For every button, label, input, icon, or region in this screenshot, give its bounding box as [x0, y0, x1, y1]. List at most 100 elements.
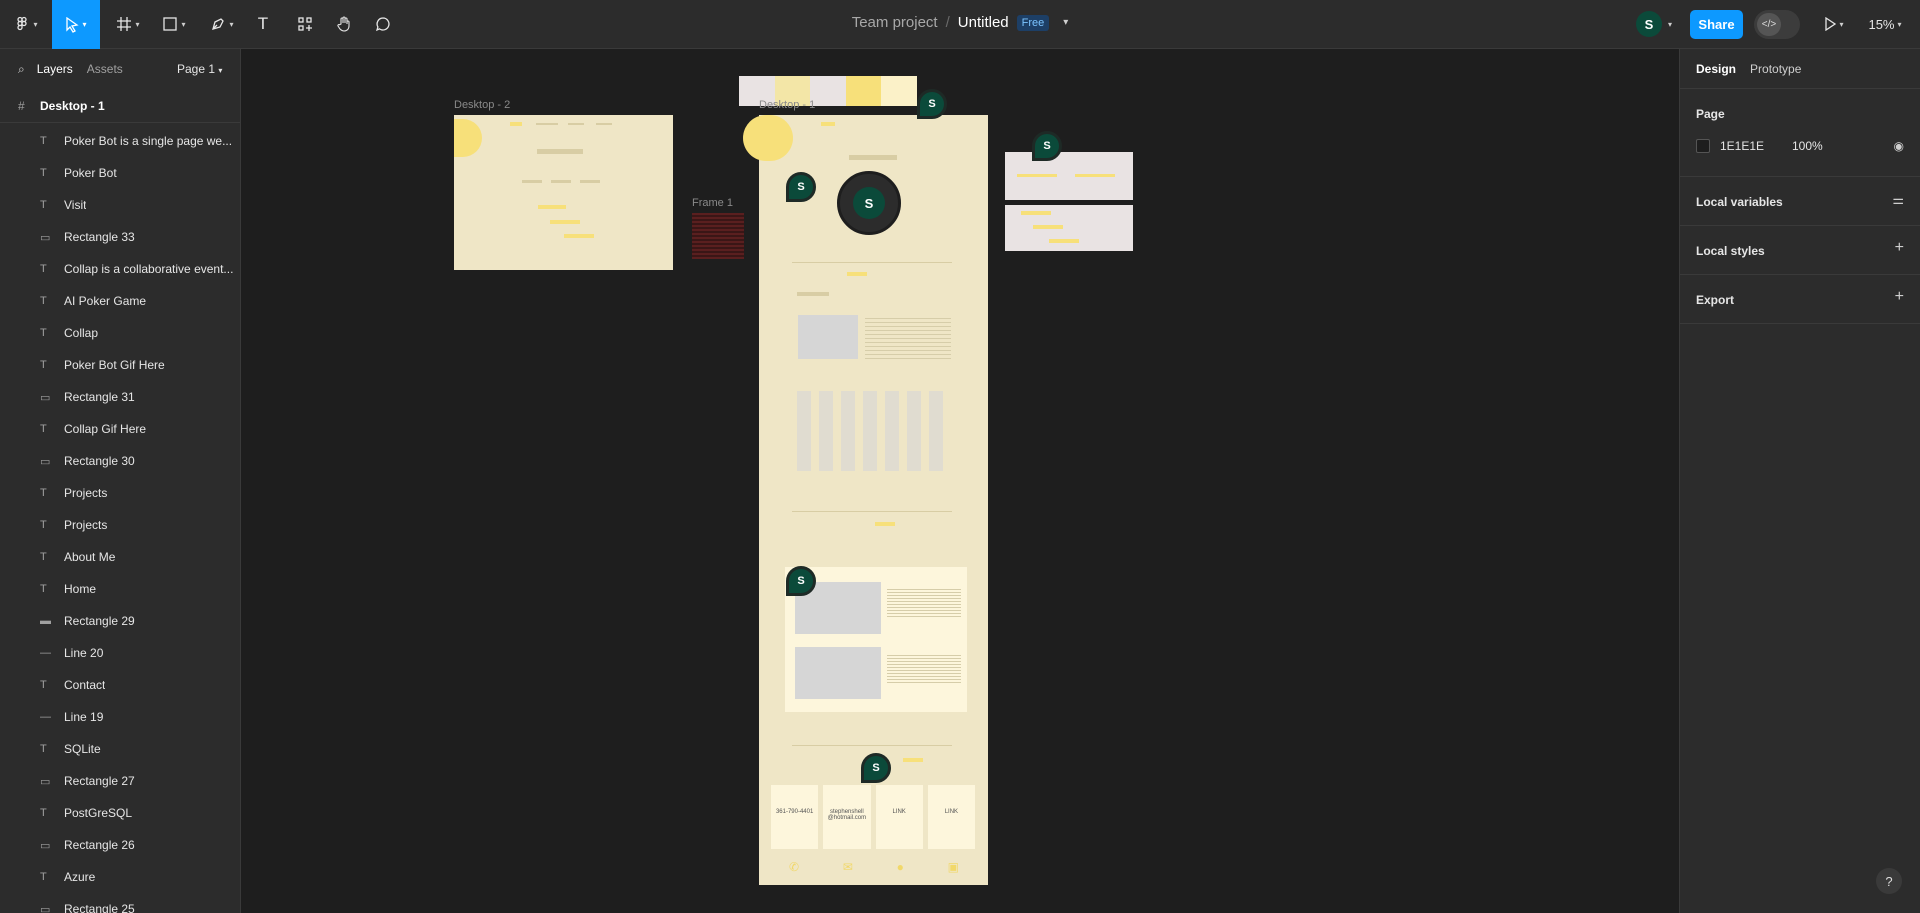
- page-fill-row[interactable]: 1E1E1E 100% ◉: [1696, 139, 1904, 153]
- layer-row[interactable]: T Azure: [0, 861, 240, 893]
- layer-row[interactable]: ▬ Rectangle 29: [0, 605, 240, 637]
- layer-row[interactable]: T Projects: [0, 477, 240, 509]
- nav-text-placeholder: [536, 123, 558, 125]
- github-icon: ●: [896, 860, 904, 874]
- question-mark-icon: ?: [1885, 873, 1893, 889]
- local-styles-section[interactable]: Local styles +: [1680, 226, 1920, 275]
- text-icon: T: [40, 295, 47, 307]
- collaborator-cursor: S: [861, 753, 891, 783]
- tab-layers[interactable]: Layers: [37, 62, 73, 76]
- file-menu-chevron-icon[interactable]: ▾: [1063, 17, 1068, 28]
- layer-row[interactable]: — Line 20: [0, 637, 240, 669]
- chevron-down-icon: ▾: [229, 19, 234, 29]
- move-tool-button[interactable]: ▾: [52, 0, 100, 49]
- page-section: Page 1E1E1E 100% ◉: [1680, 89, 1920, 177]
- shape-tool-button[interactable]: ▾: [156, 8, 192, 40]
- text-icon: T: [40, 199, 47, 211]
- zoom-menu[interactable]: 15% ▾: [1860, 8, 1910, 40]
- layer-row[interactable]: T Home: [0, 573, 240, 605]
- color-swatch[interactable]: [1696, 139, 1710, 153]
- layer-row[interactable]: T About Me: [0, 541, 240, 573]
- text-tool-button[interactable]: T: [250, 8, 276, 40]
- layer-row[interactable]: T Poker Bot: [0, 157, 240, 189]
- eye-icon[interactable]: ◉: [1894, 139, 1904, 153]
- help-button[interactable]: ?: [1876, 868, 1902, 894]
- search-icon[interactable]: ⌕: [18, 62, 25, 77]
- document-name[interactable]: Untitled: [958, 14, 1009, 31]
- pen-tool-button[interactable]: ▾: [204, 8, 240, 40]
- resources-tool-button[interactable]: [292, 8, 318, 40]
- layer-row[interactable]: T Poker Bot Gif Here: [0, 349, 240, 381]
- layer-row[interactable]: T Collap: [0, 317, 240, 349]
- frame-mobile-top[interactable]: [1005, 152, 1133, 200]
- dev-mode-toggle[interactable]: </>: [1754, 10, 1800, 39]
- layer-row[interactable]: ▭ Rectangle 26: [0, 829, 240, 861]
- layer-row[interactable]: T Collap is a collaborative event...: [0, 253, 240, 285]
- layer-row[interactable]: T PostGreSQL: [0, 797, 240, 829]
- multiplayer-avatar-button[interactable]: S ▾: [1636, 11, 1672, 37]
- layer-name: Contact: [64, 678, 106, 692]
- layer-row[interactable]: T Contact: [0, 669, 240, 701]
- collaborator-initial: S: [1043, 140, 1051, 152]
- layer-row[interactable]: T AI Poker Game: [0, 285, 240, 317]
- plan-badge: Free: [1016, 14, 1050, 31]
- tab-design[interactable]: Design: [1696, 62, 1736, 76]
- collaborator-cursor: S: [917, 89, 947, 119]
- layer-name: SQLite: [64, 742, 101, 756]
- text-t-icon: T: [257, 14, 269, 33]
- project-breadcrumb[interactable]: Team project: [852, 14, 938, 31]
- tab-assets[interactable]: Assets: [87, 62, 123, 76]
- page-selector[interactable]: Page 1 ▾: [177, 62, 222, 76]
- local-variables-section[interactable]: Local variables ⚌: [1680, 177, 1920, 226]
- page-color-value[interactable]: 1E1E1E: [1720, 139, 1792, 153]
- layer-name: Visit: [64, 198, 87, 212]
- layer-name: Azure: [64, 870, 96, 884]
- design-canvas[interactable]: Desktop - 2 Frame 1 Desktop - 1 361-790-…: [241, 49, 1679, 913]
- text-icon: T: [40, 551, 47, 563]
- decorative-sun-shape: [743, 115, 793, 161]
- layer-row[interactable]: ▭ Rectangle 30: [0, 445, 240, 477]
- layer-row[interactable]: — Line 19: [0, 701, 240, 733]
- frame-tool-button[interactable]: ▾: [110, 8, 146, 40]
- hand-tool-button[interactable]: [331, 8, 357, 40]
- add-icon[interactable]: +: [1895, 239, 1904, 257]
- highlight-bar: [1033, 225, 1063, 229]
- collaborator-initial: S: [872, 762, 880, 774]
- layer-frame-desktop-1[interactable]: # Desktop - 1: [0, 89, 240, 123]
- tab-prototype[interactable]: Prototype: [1750, 62, 1801, 76]
- page-opacity-value[interactable]: 100%: [1792, 139, 1823, 153]
- layer-row[interactable]: T SQLite: [0, 733, 240, 765]
- share-button[interactable]: Share: [1690, 10, 1743, 39]
- frame-label-desktop-1[interactable]: Desktop - 1: [759, 99, 815, 111]
- present-button[interactable]: ▾: [1818, 8, 1850, 40]
- sliders-icon[interactable]: ⚌: [1892, 192, 1904, 208]
- export-section[interactable]: Export +: [1680, 275, 1920, 324]
- highlight-bar: [538, 205, 566, 209]
- nav-text-placeholder: [596, 123, 612, 125]
- layer-list: T Poker Bot is a single page we... T Poker …: [0, 123, 240, 913]
- layer-row[interactable]: T Visit: [0, 189, 240, 221]
- frame-label-frame-1[interactable]: Frame 1: [692, 197, 733, 209]
- layer-row[interactable]: T Poker Bot is a single page we...: [0, 125, 240, 157]
- layer-row[interactable]: T Projects: [0, 509, 240, 541]
- layer-row[interactable]: ▭ Rectangle 27: [0, 765, 240, 797]
- avatar: S: [1636, 11, 1662, 37]
- avatar: S: [853, 187, 885, 219]
- add-icon[interactable]: +: [1895, 288, 1904, 306]
- main-menu-button[interactable]: ▾: [10, 8, 42, 40]
- frame-label-desktop-2[interactable]: Desktop - 2: [454, 99, 510, 111]
- rectangle-icon: ▭: [40, 455, 51, 468]
- contact-card-github: LINK: [875, 785, 923, 849]
- comment-tool-button[interactable]: [370, 8, 396, 40]
- layer-row[interactable]: ▭ Rectangle 33: [0, 221, 240, 253]
- layer-row[interactable]: T Collap Gif Here: [0, 413, 240, 445]
- layer-row[interactable]: ▭ Rectangle 25: [0, 893, 240, 913]
- page-heading: Page: [1696, 107, 1725, 121]
- nav-highlight: [875, 522, 895, 526]
- frame-mobile-bottom[interactable]: [1005, 205, 1133, 251]
- layer-row[interactable]: ▭ Rectangle 31: [0, 381, 240, 413]
- text-icon: T: [40, 167, 47, 179]
- layer-name: Poker Bot is a single page we...: [64, 134, 233, 148]
- frame-1-grid[interactable]: [692, 213, 744, 259]
- frame-desktop-2[interactable]: [454, 115, 673, 270]
